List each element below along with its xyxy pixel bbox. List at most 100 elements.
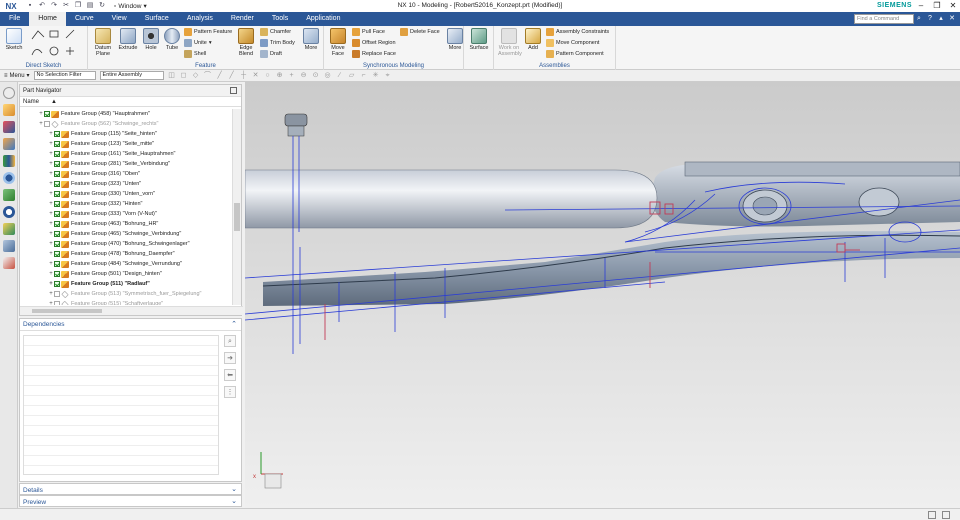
visibility-checkbox[interactable] xyxy=(54,181,60,187)
sketch-curve-tools[interactable] xyxy=(30,29,84,59)
tab-analysis[interactable]: Analysis xyxy=(178,12,222,26)
trim-body-button[interactable]: Trim Body xyxy=(260,38,295,48)
snap-arc-center-icon[interactable]: ◎ xyxy=(324,72,332,80)
minimize-icon[interactable]: – xyxy=(916,0,926,12)
visibility-checkbox[interactable] xyxy=(54,211,60,217)
snap-control-icon[interactable]: ┼ xyxy=(240,72,248,80)
window-menu[interactable]: ▫ Window ▾ xyxy=(114,2,147,11)
view-triad[interactable]: x xyxy=(253,452,283,489)
select-all-icon[interactable]: ◫ xyxy=(168,72,176,80)
model-view[interactable]: x xyxy=(245,82,960,508)
main-menu-button[interactable]: ≡ Menu ▾ xyxy=(4,72,30,80)
delete-face-button[interactable]: Delete Face xyxy=(400,27,440,37)
dependencies-header[interactable]: Dependencies ⌃ xyxy=(20,319,241,331)
selection-scope-dropdown[interactable]: Entire Assembly xyxy=(99,71,164,80)
pattern-component-button[interactable]: Pattern Component xyxy=(546,49,604,59)
sketch-button[interactable]: Sketch xyxy=(3,28,25,51)
visibility-checkbox[interactable] xyxy=(54,301,60,305)
snap-point-icon[interactable]: + xyxy=(288,72,296,80)
visibility-checkbox[interactable] xyxy=(54,151,60,157)
pin-icon[interactable] xyxy=(230,87,237,94)
part-navigator-icon[interactable] xyxy=(2,104,15,116)
extrude-button[interactable]: Extrude xyxy=(117,28,139,51)
process-studio-icon[interactable] xyxy=(2,240,15,252)
deselect-all-icon[interactable]: ◻ xyxy=(180,72,188,80)
tree-row[interactable]: + Feature Group (458) "Hauptrahmen" xyxy=(20,109,232,119)
arrow-left-icon[interactable]: ⬅ xyxy=(224,369,236,381)
visibility-checkbox[interactable] xyxy=(44,121,50,127)
snap-quadrant-icon[interactable]: ⊕ xyxy=(276,72,284,80)
assembly-navigator-icon[interactable] xyxy=(2,121,15,133)
tree-row[interactable]: + Feature Group (123) "Seite_mitte" xyxy=(20,139,232,149)
visibility-checkbox[interactable] xyxy=(54,141,60,147)
visibility-checkbox[interactable] xyxy=(54,161,60,167)
snap-existing-icon[interactable]: ⊙ xyxy=(312,72,320,80)
move-component-button[interactable]: Move Component xyxy=(546,38,599,48)
unite-button[interactable]: Unite ▾ xyxy=(184,38,212,48)
chamfer-button[interactable]: Chamfer xyxy=(260,27,291,37)
tree-row[interactable]: + Feature Group (333) "Vorn (V-Nut)" xyxy=(20,209,232,219)
snap-on-face-icon[interactable]: ▱ xyxy=(348,72,356,80)
preview-header[interactable]: Preview ⌄ xyxy=(20,496,241,508)
tube-button[interactable]: Tube xyxy=(161,28,183,51)
tab-view[interactable]: View xyxy=(103,12,136,26)
repeat-command-icon[interactable]: ↻ xyxy=(98,2,106,10)
add-component-button[interactable]: Add xyxy=(522,28,544,51)
tree-row[interactable]: + Feature Group (161) "Seite_Hauptrahmen" xyxy=(20,149,232,159)
draft-button[interactable]: Draft xyxy=(260,49,282,59)
hole-button[interactable]: Hole xyxy=(140,28,162,51)
scrollbar-thumb[interactable] xyxy=(234,203,240,231)
command-search-input[interactable]: Find a Command xyxy=(854,14,914,24)
constraint-navigator-icon[interactable] xyxy=(2,138,15,150)
curve-rule-icon[interactable]: ⌒ xyxy=(204,72,212,80)
snap-polar-icon[interactable]: ✳ xyxy=(372,72,380,80)
tree-row[interactable]: + Feature Group (511) "Radlauf" xyxy=(20,279,232,289)
visibility-checkbox[interactable] xyxy=(54,271,60,277)
tree-row[interactable]: + Feature Group (323) "Unten" xyxy=(20,179,232,189)
column-header-name[interactable]: Name ▲ xyxy=(20,97,241,107)
save-icon[interactable]: ▪ xyxy=(26,2,34,10)
surface-button[interactable]: Surface xyxy=(468,28,490,51)
feature-more-button[interactable]: More xyxy=(300,28,322,51)
close-icon[interactable]: ✕ xyxy=(948,0,958,12)
tree-row[interactable]: + Feature Group (515) "Schaftverlauge" xyxy=(20,299,232,305)
arrow-right-icon[interactable]: ➜ xyxy=(224,352,236,364)
restore-icon[interactable]: ❐ xyxy=(932,0,942,12)
tree-row[interactable]: + Feature Group (484) "Schwinge_Verrundun… xyxy=(20,259,232,269)
undo-icon[interactable]: ↶ xyxy=(38,2,46,10)
tree-row[interactable]: + Feature Group (465) "Schwinge_Verbindun… xyxy=(20,229,232,239)
visibility-checkbox[interactable] xyxy=(54,241,60,247)
clock-icon[interactable] xyxy=(2,206,15,218)
top-mount[interactable] xyxy=(284,113,308,127)
move-face-button[interactable]: Move Face xyxy=(327,28,349,57)
tree-row[interactable]: + Feature Group (470) "Bohrung_Schwingenl… xyxy=(20,239,232,249)
tree-row[interactable]: + Feature Group (513) "Symmetrisch_fuer_S… xyxy=(20,289,232,299)
feature-select-icon[interactable]: ◇ xyxy=(192,72,200,80)
vertical-scrollbar[interactable] xyxy=(232,109,241,305)
web-browser-icon[interactable] xyxy=(2,172,15,184)
chevron-down-icon[interactable]: ⌄ xyxy=(231,496,237,508)
pattern-feature-button[interactable]: Pattern Feature xyxy=(184,27,232,37)
tree-row[interactable]: + Feature Group (562) "Schwinge_rechts" xyxy=(20,119,232,129)
replace-face-button[interactable]: Replace Face xyxy=(352,49,396,59)
swingarm-body[interactable] xyxy=(263,231,960,306)
offset-region-button[interactable]: Offset Region xyxy=(352,38,396,48)
graphics-window[interactable]: x xyxy=(245,82,960,508)
tab-curve[interactable]: Curve xyxy=(66,12,103,26)
tab-tools[interactable]: Tools xyxy=(263,12,297,26)
snap-center-icon[interactable]: ○ xyxy=(264,72,272,80)
tree-row[interactable]: + Feature Group (316) "Oben" xyxy=(20,169,232,179)
work-on-assembly-button[interactable]: Work on Assembly xyxy=(498,28,522,57)
snap-on-curve-icon[interactable]: ∕ xyxy=(336,72,344,80)
copy-icon[interactable]: ❐ xyxy=(74,2,82,10)
main-tube[interactable] xyxy=(245,169,658,229)
sync-more-button[interactable]: More xyxy=(444,28,466,51)
tree-row[interactable]: + Feature Group (281) "Seite_Verbindung" xyxy=(20,159,232,169)
tab-home[interactable]: Home xyxy=(29,12,66,26)
reuse-library-icon[interactable] xyxy=(2,155,15,167)
tab-render[interactable]: Render xyxy=(222,12,263,26)
tab-file[interactable]: File xyxy=(0,12,30,26)
tree-row[interactable]: + Feature Group (478) "Bohrung_Daempfer" xyxy=(20,249,232,259)
fullscreen-icon[interactable] xyxy=(928,511,936,519)
tree-row[interactable]: + Feature Group (330) "Unten_vorn" xyxy=(20,189,232,199)
